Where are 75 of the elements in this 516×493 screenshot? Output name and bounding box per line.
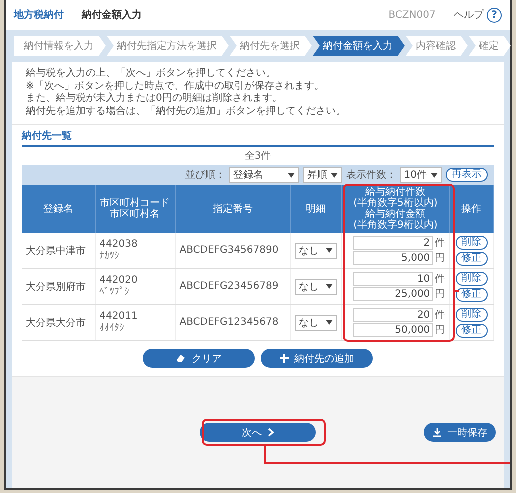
table-cell: 大分県別府市 [22, 268, 96, 304]
next-button[interactable]: 次へ [200, 423, 316, 442]
column-header: 指定番号 [175, 185, 291, 233]
row-action-button[interactable]: 削除 [456, 308, 488, 322]
progress-step: 納付情報を入力 [14, 36, 106, 56]
progress-step: 納付先を選択 [230, 36, 312, 56]
count-select[interactable]: 10件 [400, 167, 442, 183]
unit-label: 件 [435, 309, 446, 322]
amount-field[interactable]: 50,000 [353, 323, 434, 337]
row-action-button[interactable]: 削除 [456, 272, 488, 286]
sort-field-select[interactable]: 登録名 [229, 167, 300, 183]
table-cell: ABCDEFG12345678 [175, 304, 291, 340]
column-header: 市区町村コード 市区町村名 [95, 185, 176, 233]
detail-select[interactable]: なし [295, 314, 338, 330]
unit-label: 円 [435, 324, 446, 337]
caret-down-icon [331, 172, 338, 178]
caret-down-icon [326, 320, 334, 325]
count-label: 表示件数： [346, 168, 396, 182]
instruction-text: ※「次へ」ボタンを押した時点で、作成中の取引が保存されます。 [26, 80, 326, 92]
page-title: 納付金額入力 [82, 8, 143, 22]
table-cell: ABCDEFG23456789 [175, 268, 291, 304]
count-field[interactable]: 20 [353, 308, 434, 322]
refresh-button[interactable]: 再表示 [446, 168, 488, 182]
unit-label: 円 [435, 288, 446, 301]
sort-label: 並び順： [185, 169, 226, 182]
city-code: 442038 [100, 239, 139, 250]
caret-down-icon [326, 248, 334, 253]
city-name: ｵｵｲﾀｼ [100, 322, 126, 334]
caret-down-icon [431, 172, 438, 178]
help-link[interactable]: ヘルプ ? [454, 8, 502, 22]
table-cell: 大分県中津市 [22, 233, 96, 268]
unit-label: 件 [435, 273, 446, 286]
column-header: 登録名 [22, 185, 96, 233]
amount-field[interactable]: 5,000 [353, 251, 434, 265]
plus-icon [280, 354, 288, 363]
city-name: ﾅｶﾂｼ [100, 250, 121, 262]
unit-label: 円 [435, 252, 446, 265]
count-field[interactable]: 10 [353, 272, 434, 286]
count-field[interactable]: 2 [353, 236, 434, 250]
row-action-button[interactable]: 修正 [456, 252, 488, 266]
temporary-save-button[interactable]: 一時保存 [424, 423, 496, 442]
table-cell: 大分県大分市 [22, 304, 96, 340]
caret-down-icon [326, 284, 334, 289]
progress-step: 確定 [469, 36, 511, 56]
sort-order-select[interactable]: 昇順 [303, 167, 342, 183]
column-header: 明細 [290, 185, 342, 233]
row-action-button[interactable]: 修正 [456, 288, 488, 302]
progress-step: 納付金額を入力 [313, 36, 405, 56]
app-title: 地方税納付 [14, 8, 64, 22]
row-action-button[interactable]: 削除 [456, 236, 488, 250]
add-destination-button[interactable]: 納付先の追加 [261, 349, 373, 368]
clear-button[interactable]: クリア [143, 349, 255, 368]
caret-down-icon [288, 172, 296, 178]
progress-step: 内容確認 [406, 36, 468, 56]
eraser-icon [176, 354, 186, 363]
download-icon [432, 428, 442, 437]
total-count: 全3件 [244, 150, 272, 163]
progress-step: 納付先指定方法を選択 [107, 36, 229, 56]
instruction-text: 納付先を追加する場合は、「納付先の追加」ボタンを押してください。 [26, 106, 347, 118]
column-header: 操作 [450, 185, 494, 233]
section-title: 納付先一覧 [22, 129, 494, 147]
table-cell: ABCDEFG34567890 [175, 233, 291, 268]
column-header: 給与納付件数 (半角数字5桁以内) 給与納付金額 (半角数字9桁以内) [342, 185, 450, 233]
city-name: ﾍﾞﾂﾌﾟｼ [100, 286, 131, 298]
amount-field[interactable]: 25,000 [353, 287, 434, 301]
city-code: 442020 [100, 275, 139, 286]
city-code: 442011 [100, 311, 139, 322]
instruction-text: また、給与税が未入力または0円の明細は削除されます。 [26, 93, 284, 106]
detail-select[interactable]: なし [295, 278, 338, 294]
chevron-right-icon [268, 428, 274, 437]
instruction-text: 給与税を入力の上、「次へ」ボタンを押してください。 [26, 68, 277, 80]
detail-select[interactable]: なし [295, 242, 338, 258]
row-action-button[interactable]: 修正 [456, 324, 488, 338]
unit-label: 件 [435, 237, 446, 250]
screen-id: BCZN007 [388, 10, 436, 20]
